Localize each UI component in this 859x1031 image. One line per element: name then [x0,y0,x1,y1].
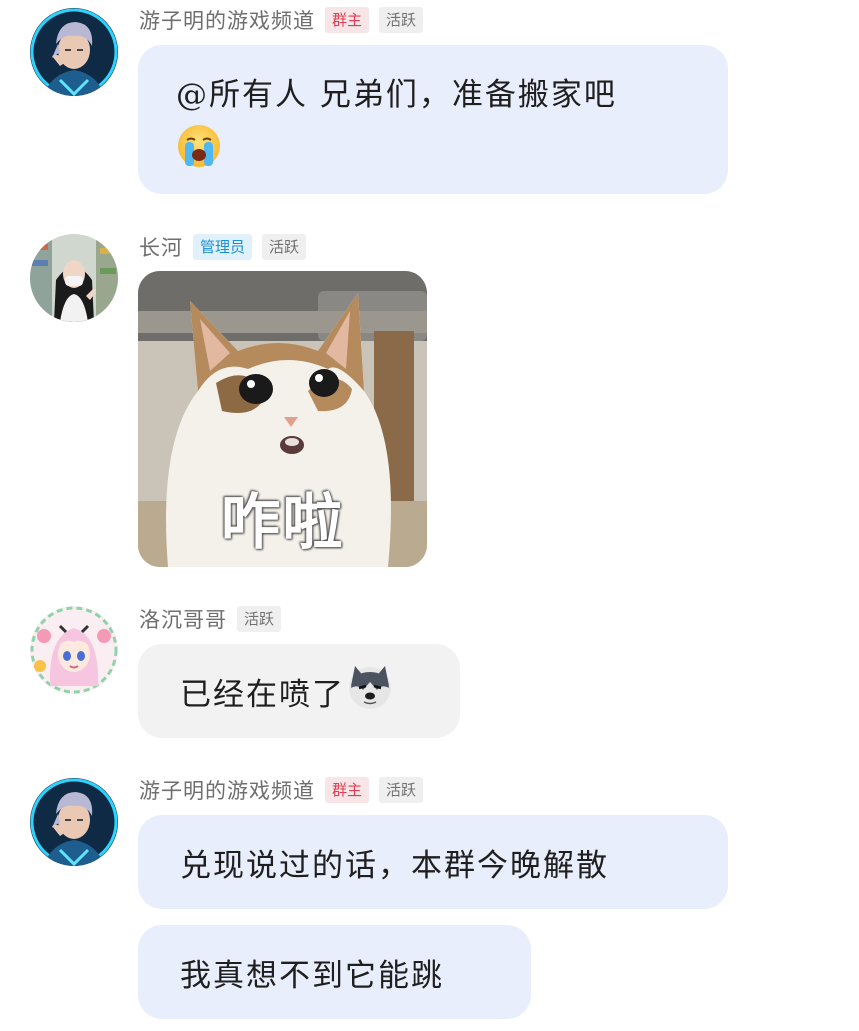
owner-badge: 群主 [325,777,370,803]
message-text: @所有人 兄弟们，准备搬家吧 [176,77,617,113]
avatar[interactable] [30,234,118,322]
avatar-anime-man-icon [30,778,118,866]
message-bubble[interactable]: 我真想不到它能跳 [138,925,531,1019]
message-bubble[interactable]: @所有人 兄弟们，准备搬家吧 [138,45,728,194]
active-badge: 活跃 [379,777,424,803]
active-badge: 活跃 [262,234,307,260]
message-header: 洛沉哥哥 活跃 [139,604,282,634]
cat-sticker[interactable]: 咋啦 [138,271,427,567]
loudly-crying-face-emoji [176,123,222,183]
message-bubble[interactable]: 已经在喷了 [138,644,460,738]
sender-name[interactable]: 游子明的游戏频道 [139,5,315,35]
husky-dog-emoji [347,664,393,718]
avatar-girl-photo-icon [30,234,118,322]
avatar-anime-man-icon [30,8,118,96]
admin-badge: 管理员 [193,234,253,260]
message-text: 兑现说过的话，本群今晚解散 [180,847,609,884]
active-badge: 活跃 [379,7,424,33]
message-bubble[interactable]: 兑现说过的话，本群今晚解散 [138,815,728,909]
avatar[interactable] [30,8,118,96]
owner-badge: 群主 [325,7,370,33]
message-header: 游子明的游戏频道 群主 活跃 [139,5,424,35]
avatar[interactable] [30,606,118,694]
message-header: 长河 管理员 活跃 [139,232,307,262]
message-header: 游子明的游戏频道 群主 活跃 [139,775,424,805]
avatar[interactable] [30,778,118,866]
sender-name[interactable]: 洛沉哥哥 [139,604,227,634]
message-text: 已经在喷了 [180,676,345,713]
sticker-caption: 咋啦 [220,488,345,558]
sender-name[interactable]: 游子明的游戏频道 [139,775,315,805]
message-text: 我真想不到它能跳 [180,957,444,994]
active-badge: 活跃 [237,606,282,632]
sender-name[interactable]: 长河 [139,232,183,262]
avatar-anime-girl-icon [30,606,118,694]
